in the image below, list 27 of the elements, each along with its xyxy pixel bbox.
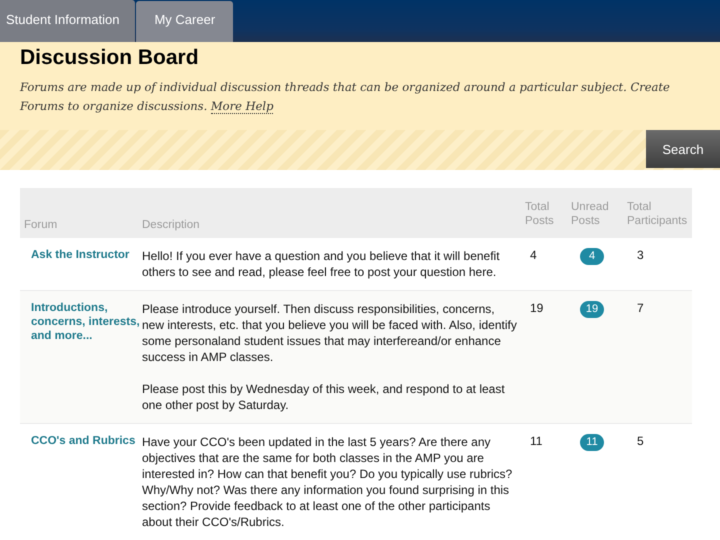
- forum-description: Hello! If you ever have a question and you believe that it will benefit others to see and read, please feel free to post your question here.: [142, 248, 501, 280]
- column-header: Total Participants: [627, 200, 688, 228]
- forum-link[interactable]: Introductions, concerns, interests, and more...: [31, 301, 142, 343]
- search-button[interactable]: Search: [646, 130, 720, 168]
- total-participants: 3: [637, 248, 644, 262]
- column-header: Description: [142, 218, 200, 232]
- total-posts: 4: [530, 248, 537, 262]
- page-description: Forums are made up of individual discussion threads that can be organized around a particular subject. Create Forums to organize discussions. More Help: [20, 79, 671, 116]
- more-help-link[interactable]: More Help: [210, 99, 274, 114]
- page-title: Discussion Board: [20, 46, 200, 70]
- forum-description: Please post this by Wednesday of this week, and respond to at least one other post by Saturday.: [142, 381, 506, 413]
- forum-link[interactable]: CCO's and Rubrics: [31, 434, 142, 448]
- forum-description: Please introduce yourself. Then discuss responsibilities, concerns, new interests, etc. that you believe you will be faced with. Also, identify some personaland student issues that may interfereand/or enhance success in AMP classes.: [142, 301, 518, 365]
- total-posts: 11: [530, 434, 542, 448]
- column-header: Forum: [24, 218, 58, 232]
- total-posts: 19: [530, 301, 544, 315]
- nav-tab[interactable]: Student Information: [0, 0, 136, 42]
- forum-description: Have your CCO's been updated in the last 5 years? Are there any objectives that are the same for both classes in the AMP you are interested in? How can that benefit you? Do you typically use rubrics? Why/Why not? Was there any information you found surprising in this section? Provide feedback to at least one of the other participants about their CCO's/Rubrics.: [142, 434, 514, 530]
- unread-count[interactable]: 11: [580, 434, 604, 451]
- total-participants: 5: [637, 434, 644, 448]
- column-header: Unread Posts: [571, 200, 610, 228]
- total-participants: 7: [637, 301, 644, 315]
- nav-tab[interactable]: My Career: [136, 1, 234, 42]
- unread-count[interactable]: 19: [580, 301, 604, 318]
- unread-count[interactable]: 4: [580, 248, 604, 265]
- column-header: Total Posts: [525, 200, 555, 228]
- forum-link[interactable]: Ask the Instructor: [31, 248, 142, 262]
